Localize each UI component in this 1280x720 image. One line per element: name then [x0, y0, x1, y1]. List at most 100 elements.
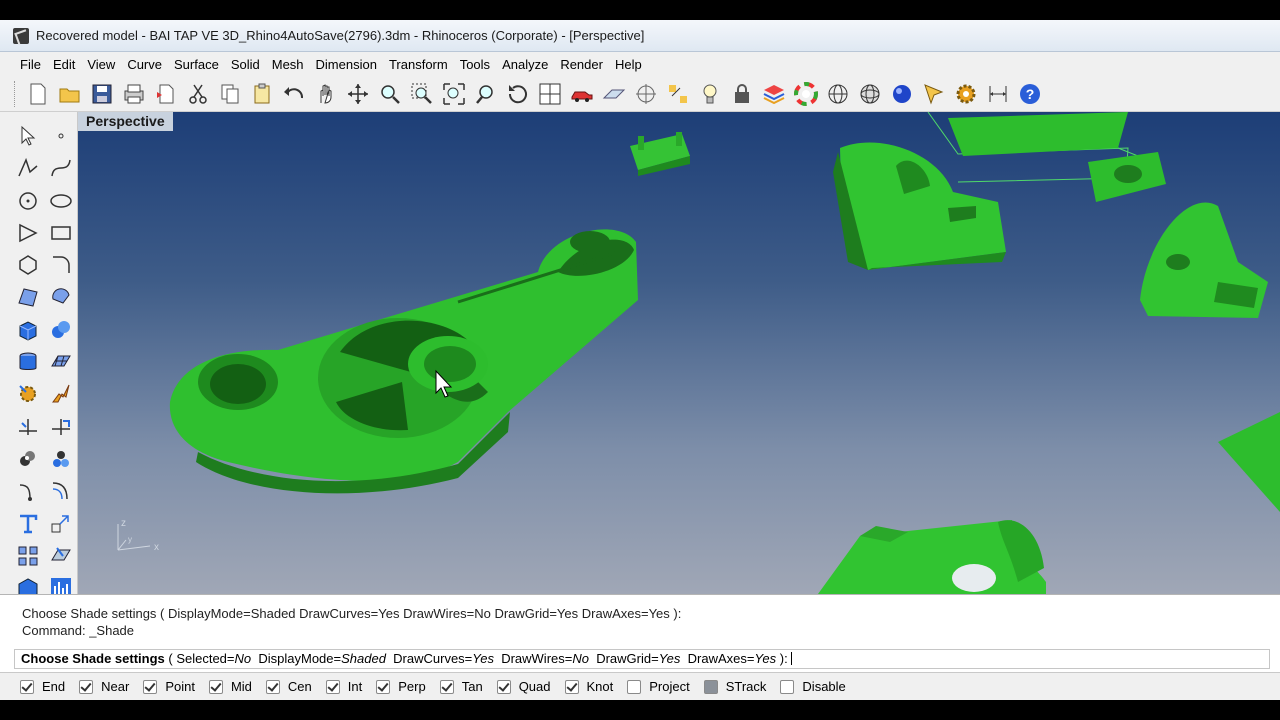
perspective-viewport[interactable]: z x y Perspective	[78, 112, 1280, 594]
undo-icon[interactable]	[278, 78, 310, 110]
zoom-selected-icon[interactable]	[470, 78, 502, 110]
model-scene[interactable]: z x y	[78, 112, 1280, 594]
project-icon[interactable]	[45, 540, 77, 572]
osnap-knot[interactable]: Knot	[564, 679, 613, 694]
osnap-strack[interactable]: STrack	[703, 679, 766, 694]
curve-icon[interactable]	[45, 152, 77, 184]
zoom-extents-icon[interactable]	[438, 78, 470, 110]
explode-icon[interactable]	[45, 378, 77, 410]
save-icon[interactable]	[86, 78, 118, 110]
group-icon[interactable]	[12, 443, 44, 475]
osnap-end[interactable]: End	[20, 679, 65, 694]
osnap-perp[interactable]: Perp	[376, 679, 426, 694]
mesh-plane-icon[interactable]	[45, 346, 77, 378]
option-displaymode[interactable]: DisplayMode=Shaded	[258, 651, 386, 666]
osnap-project[interactable]: Project	[627, 679, 690, 694]
model-main-arm[interactable]	[169, 229, 638, 494]
boolean-union-icon[interactable]	[45, 314, 77, 346]
menu-render[interactable]: Render	[554, 57, 609, 72]
checkbox-quad[interactable]	[496, 679, 511, 694]
new-file-icon[interactable]	[22, 78, 54, 110]
polygon-icon[interactable]	[12, 249, 44, 281]
print-icon[interactable]	[118, 78, 150, 110]
color-wheel-icon[interactable]	[790, 78, 822, 110]
text-icon[interactable]	[12, 508, 44, 540]
settings-gear-icon[interactable]	[950, 78, 982, 110]
viewport-title-tab[interactable]: Perspective	[78, 112, 173, 131]
checkbox-tan[interactable]	[439, 679, 454, 694]
offset-curve-icon[interactable]	[45, 475, 77, 507]
lights-icon[interactable]	[694, 78, 726, 110]
checkbox-strack[interactable]	[703, 679, 718, 694]
layers-icon[interactable]	[758, 78, 790, 110]
checkbox-point[interactable]	[143, 679, 158, 694]
model-part-bracket[interactable]	[833, 142, 1006, 270]
option-drawcurves[interactable]: DrawCurves=Yes	[393, 651, 494, 666]
undo-view-icon[interactable]	[502, 78, 534, 110]
split-icon[interactable]	[45, 411, 77, 443]
menu-help[interactable]: Help	[609, 57, 648, 72]
osnap-cen[interactable]: Cen	[265, 679, 312, 694]
osnap-tan[interactable]: Tan	[439, 679, 483, 694]
checkbox-near[interactable]	[79, 679, 94, 694]
osnap-point[interactable]: Point	[143, 679, 195, 694]
car-render-icon[interactable]	[566, 78, 598, 110]
surface-icon[interactable]	[12, 281, 44, 313]
block-icon[interactable]	[45, 443, 77, 475]
checkbox-disable[interactable]	[780, 679, 795, 694]
checkbox-knot[interactable]	[564, 679, 579, 694]
open-folder-icon[interactable]	[54, 78, 86, 110]
menu-file[interactable]: File	[14, 57, 47, 72]
checkbox-cen[interactable]	[265, 679, 280, 694]
shaded-sphere-icon[interactable]	[886, 78, 918, 110]
model-part-right[interactable]	[1140, 202, 1268, 318]
zoom-window-icon[interactable]	[406, 78, 438, 110]
pan-hand-icon[interactable]	[310, 78, 342, 110]
wireframe-sphere-icon[interactable]	[822, 78, 854, 110]
checkbox-end[interactable]	[20, 679, 34, 694]
circle-icon[interactable]	[12, 185, 44, 217]
menu-transform[interactable]: Transform	[383, 57, 454, 72]
grid-snap-icon[interactable]	[630, 78, 662, 110]
osnap-disable[interactable]: Disable	[780, 679, 846, 694]
copy-icon[interactable]	[214, 78, 246, 110]
model-part-edge[interactable]	[1218, 412, 1280, 512]
help-icon[interactable]: ?	[1014, 78, 1046, 110]
menu-solid[interactable]: Solid	[225, 57, 266, 72]
osnap-quad[interactable]: Quad	[496, 679, 551, 694]
zoom-dynamic-icon[interactable]	[374, 78, 406, 110]
osnap-int[interactable]: Int	[325, 679, 362, 694]
model-part-bottom[interactable]	[818, 520, 1046, 594]
osnap-mid[interactable]: Mid	[208, 679, 252, 694]
osnap-near[interactable]: Near	[79, 679, 129, 694]
mesh-cylinder-icon[interactable]	[12, 346, 44, 378]
option-drawwires[interactable]: DrawWires=No	[501, 651, 589, 666]
option-drawaxes[interactable]: DrawAxes=Yes	[688, 651, 777, 666]
revolve-icon[interactable]	[45, 281, 77, 313]
menu-dimension[interactable]: Dimension	[310, 57, 383, 72]
lock-icon[interactable]	[726, 78, 758, 110]
cplane-icon[interactable]	[598, 78, 630, 110]
model-part-small[interactable]	[630, 132, 690, 176]
blend-curve-icon[interactable]	[12, 475, 44, 507]
menu-view[interactable]: View	[81, 57, 121, 72]
menu-analyze[interactable]: Analyze	[496, 57, 554, 72]
option-selected[interactable]: Selected=No	[176, 651, 251, 666]
rotate-view-icon[interactable]	[342, 78, 374, 110]
object-snap-icon[interactable]	[662, 78, 694, 110]
model-part-top-right[interactable]	[948, 112, 1166, 202]
arc-icon[interactable]	[12, 217, 44, 249]
option-drawgrid[interactable]: DrawGrid=Yes	[596, 651, 680, 666]
import-icon[interactable]	[150, 78, 182, 110]
command-prompt-input[interactable]: Choose Shade settings ( Selected=No Disp…	[14, 649, 1270, 669]
paste-icon[interactable]	[246, 78, 278, 110]
menu-edit[interactable]: Edit	[47, 57, 81, 72]
fillet-curve-icon[interactable]	[45, 249, 77, 281]
cut-icon[interactable]	[182, 78, 214, 110]
checkbox-perp[interactable]	[376, 679, 391, 694]
ghosted-sphere-icon[interactable]	[854, 78, 886, 110]
dimension-icon[interactable]	[982, 78, 1014, 110]
select-arrow-icon[interactable]	[12, 120, 44, 152]
checkbox-project[interactable]	[627, 679, 642, 694]
point-icon[interactable]	[45, 120, 77, 152]
